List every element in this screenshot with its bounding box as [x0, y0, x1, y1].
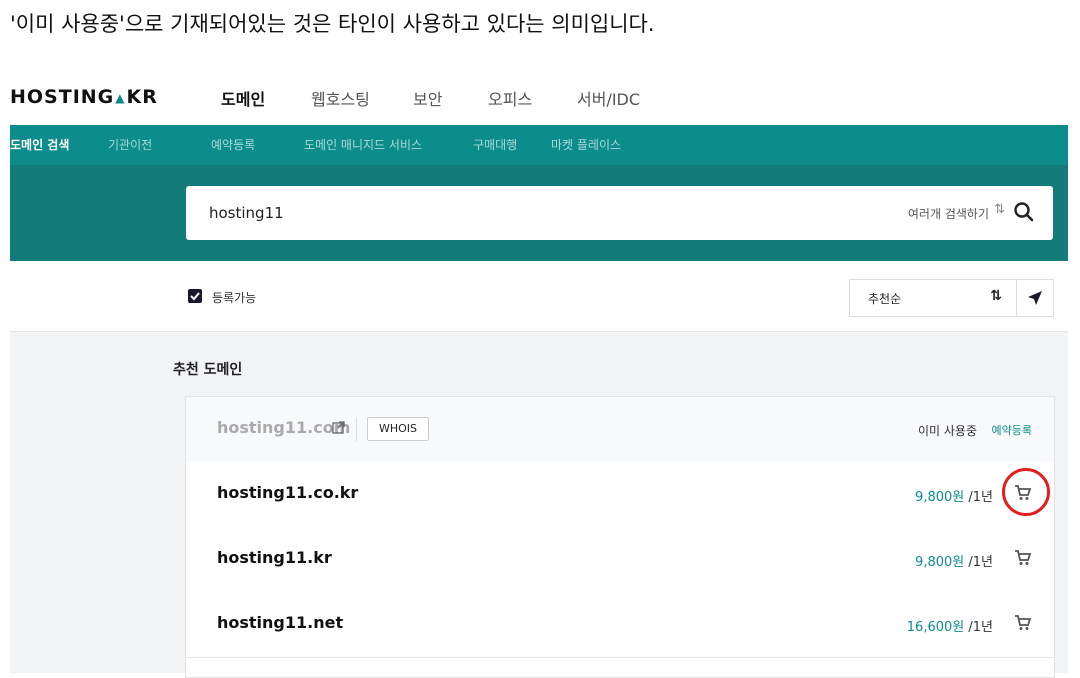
nav-item-office[interactable]: 오피스 [488, 86, 532, 110]
sort-arrows-icon: ⇅ [990, 288, 1002, 304]
caption-text: '이미 사용중'으로 기재되어있는 것은 타인이 사용하고 있다는 의미입니다. [10, 12, 655, 36]
logo-triangle-icon: ▲ [115, 91, 126, 105]
whois-button[interactable]: WHOIS [367, 417, 429, 441]
logo-text-left: HOSTING [10, 86, 115, 108]
price-amount: 9,800원 [915, 555, 965, 570]
available-only-label: 등록가능 [212, 291, 257, 305]
domain-name[interactable]: hosting11.com [217, 418, 350, 437]
subnav-item-domain-search[interactable]: 도메인 검색 [10, 136, 69, 153]
nav-item-security[interactable]: 보안 [413, 86, 442, 110]
domain-row: hosting11.co.kr 9,800원 /1년 [186, 462, 1054, 528]
status-already-used: 이미 사용중 [917, 424, 977, 438]
search-band: hosting11 여러개 검색하기 ⇅ [10, 165, 1068, 261]
subnav-item-managed-service[interactable]: 도메인 매니지드 서비스 [304, 136, 422, 153]
domain-name: hosting11.net [217, 613, 344, 632]
divider [356, 417, 357, 441]
sub-navigation: 도메인 검색 기관이전 예약등록 도메인 매니지드 서비스 구매대행 마켓 플레… [10, 125, 1068, 165]
logo-text-right: KR [126, 86, 158, 108]
cart-icon[interactable] [1014, 549, 1032, 567]
paper-plane-icon [1028, 291, 1042, 305]
price-amount: 9,800원 [915, 490, 965, 505]
top-navigation: HOSTING▲KR 도메인 웹호스팅 보안 오피스 서버/IDC [10, 82, 1068, 124]
price-amount: 16,600원 [906, 620, 965, 635]
price: 9,800원 /1년 [915, 486, 993, 505]
price: 16,600원 /1년 [907, 616, 993, 635]
reserve-link[interactable]: 예약등록 [992, 422, 1032, 438]
section-title: 추천 도메인 [173, 362, 243, 378]
subnav-item-purchase-agency[interactable]: 구매대행 [473, 136, 517, 153]
highlight-circle [1002, 468, 1050, 516]
search-value: hosting11 [209, 204, 284, 222]
price-period: /1년 [968, 490, 993, 505]
check-icon [190, 292, 200, 301]
swap-icon: ⇅ [994, 202, 1005, 217]
available-only-checkbox[interactable] [188, 289, 202, 303]
subnav-item-transfer[interactable]: 기관이전 [108, 136, 152, 153]
subnav-item-marketplace[interactable]: 마켓 플레이스 [551, 136, 621, 153]
search-icon[interactable] [1011, 199, 1037, 225]
nav-item-domain[interactable]: 도메인 [221, 86, 265, 110]
subnav-item-reservation[interactable]: 예약등록 [211, 136, 255, 153]
domain-row: hosting11.net 16,600원 /1년 [186, 592, 1054, 658]
results-area: 추천 도메인 hosting11.com WHOIS 이미 사용중 예약등록 h… [10, 332, 1068, 678]
cart-icon[interactable] [1014, 614, 1032, 632]
price-period: /1년 [968, 555, 993, 570]
sort-label: 추천순 [868, 292, 902, 306]
nav-item-webhosting[interactable]: 웹호스팅 [311, 86, 370, 110]
domain-name: hosting11.kr [217, 548, 332, 567]
multi-search-button[interactable]: 여러개 검색하기 [908, 205, 989, 222]
domain-name: hosting11.co.kr [217, 483, 359, 502]
logo[interactable]: HOSTING▲KR [10, 86, 158, 108]
share-button[interactable] [1016, 279, 1054, 317]
sort-select[interactable]: 추천순 ⇅ [849, 279, 1017, 317]
domain-row-used: hosting11.com WHOIS 이미 사용중 예약등록 [186, 397, 1054, 463]
domain-search-input[interactable]: hosting11 여러개 검색하기 ⇅ [186, 186, 1053, 240]
price: 9,800원 /1년 [915, 551, 993, 570]
filter-bar: 등록가능 추천순 ⇅ [10, 261, 1068, 332]
nav-item-server-idc[interactable]: 서버/IDC [577, 86, 640, 110]
domain-list: hosting11.com WHOIS 이미 사용중 예약등록 hosting1… [185, 396, 1055, 678]
external-link-icon[interactable] [332, 421, 345, 434]
domain-row: hosting11.kr 9,800원 /1년 [186, 527, 1054, 593]
price-period: /1년 [968, 620, 993, 635]
